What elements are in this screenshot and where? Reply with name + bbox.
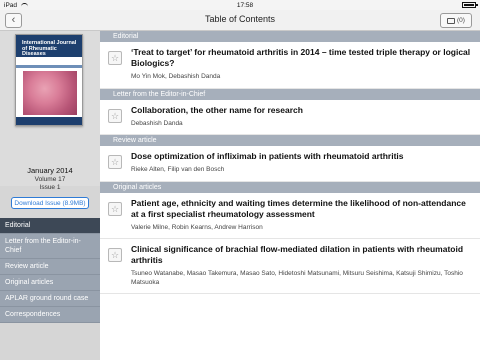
download-issue-button[interactable]: Download Issue (8.9MB) <box>11 197 89 209</box>
sidebar-item-correspondences[interactable]: Correspondences <box>0 307 100 323</box>
wifi-icon <box>21 2 29 8</box>
article-item[interactable]: ☆ ‘Treat to target’ for rheumatoid arthr… <box>100 42 480 89</box>
sidebar-item-original[interactable]: Original articles <box>0 275 100 291</box>
star-icon[interactable]: ☆ <box>108 248 122 262</box>
issue-number: Issue 1 <box>39 184 61 191</box>
star-icon[interactable]: ☆ <box>108 51 122 65</box>
sidebar: International Journal of Rheumatic Disea… <box>0 31 100 360</box>
status-bar: iPad 17:58 <box>0 0 480 10</box>
issue-date: January 2014 <box>27 166 73 175</box>
sidebar-item-review[interactable]: Review article <box>0 259 100 275</box>
cover-title: International Journal of Rheumatic Disea… <box>22 40 77 57</box>
article-authors: Valerie Milne, Robin Kearns, Andrew Harr… <box>131 223 263 231</box>
star-icon[interactable]: ☆ <box>108 201 122 216</box>
cover-bar <box>16 65 82 68</box>
issue-volume: Volume 17 <box>34 176 66 183</box>
article-item[interactable]: ☆ Patient age, ethnicity and waiting tim… <box>100 193 480 239</box>
article-authors: Debashish Danda <box>131 119 183 127</box>
cart-icon <box>447 17 456 24</box>
article-title[interactable]: Dose optimization of infliximab in patie… <box>131 151 472 162</box>
article-authors: Mo Yin Mok, Debashish Danda <box>131 73 221 80</box>
section-header: Review article <box>100 135 480 146</box>
article-item[interactable]: ☆ Clinical significance of brachial flow… <box>100 239 480 294</box>
device-label: iPad <box>4 1 18 9</box>
cart-button[interactable]: (0) <box>440 13 472 28</box>
section-nav-list: Editorial Letter from the Editor-in-Chie… <box>0 218 100 323</box>
article-title[interactable]: Collaboration, the other name for resear… <box>131 105 472 116</box>
section-header: Letter from the Editor-in-Chief <box>100 88 480 100</box>
sidebar-item-editorial[interactable]: Editorial <box>0 218 100 234</box>
article-item[interactable]: ☆ Collaboration, the other name for rese… <box>100 100 480 135</box>
sidebar-item-aplar[interactable]: APLAR ground round case <box>0 291 100 307</box>
cart-count: (0) <box>457 17 465 24</box>
article-authors: Rieke Alten, Filip van den Bosch <box>131 166 225 173</box>
nav-bar: ‹ Table of Contents (0) <box>0 10 480 31</box>
article-authors: Tsuneo Watanabe, Masao Takemura, Masao S… <box>131 270 463 286</box>
issue-cover[interactable]: International Journal of Rheumatic Disea… <box>15 34 83 126</box>
status-time: 17:58 <box>236 1 254 9</box>
cover-image <box>23 71 77 115</box>
article-item[interactable]: ☆ Dose optimization of infliximab in pat… <box>100 146 480 182</box>
section-header: Editorial <box>100 31 480 42</box>
sidebar-item-letter[interactable]: Letter from the Editor-in-Chief <box>0 234 100 259</box>
cover-footer <box>16 117 82 125</box>
article-title[interactable]: Clinical significance of brachial flow-m… <box>131 244 472 266</box>
star-icon[interactable]: ☆ <box>108 108 122 123</box>
article-title[interactable]: ‘Treat to target’ for rheumatoid arthrit… <box>131 47 472 69</box>
article-title[interactable]: Patient age, ethnicity and waiting times… <box>131 198 472 220</box>
toc-list: Editorial ☆ ‘Treat to target’ for rheuma… <box>100 31 480 360</box>
battery-icon <box>461 2 478 8</box>
star-icon[interactable]: ☆ <box>108 155 122 169</box>
page-title: Table of Contents <box>204 14 276 24</box>
cover-band: International Journal of Rheumatic Disea… <box>16 35 82 57</box>
section-header: Original articles <box>100 181 480 193</box>
cover-area: International Journal of Rheumatic Disea… <box>0 31 100 186</box>
